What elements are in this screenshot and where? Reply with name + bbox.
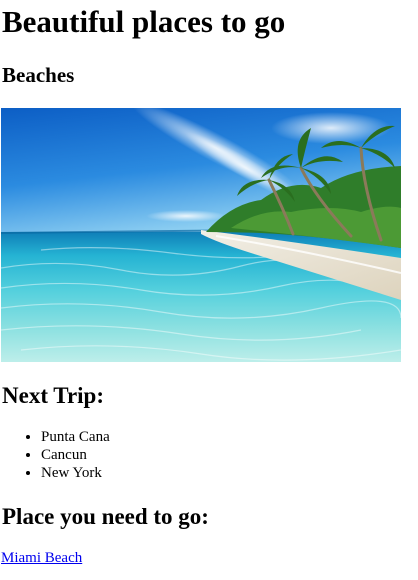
list-item: Cancun: [41, 446, 110, 464]
list-item: New York: [41, 464, 110, 482]
beach-image: [1, 108, 401, 362]
list-item: Punta Cana: [41, 428, 110, 446]
section-heading-beaches: Beaches: [2, 63, 75, 87]
next-trip-heading: Next Trip:: [2, 383, 104, 408]
must-go-heading: Place you need to go:: [2, 504, 209, 529]
next-trip-list: Punta Cana Cancun New York: [0, 428, 110, 482]
page-title: Beautiful places to go: [2, 4, 286, 39]
miami-beach-link[interactable]: Miami Beach: [1, 549, 82, 567]
